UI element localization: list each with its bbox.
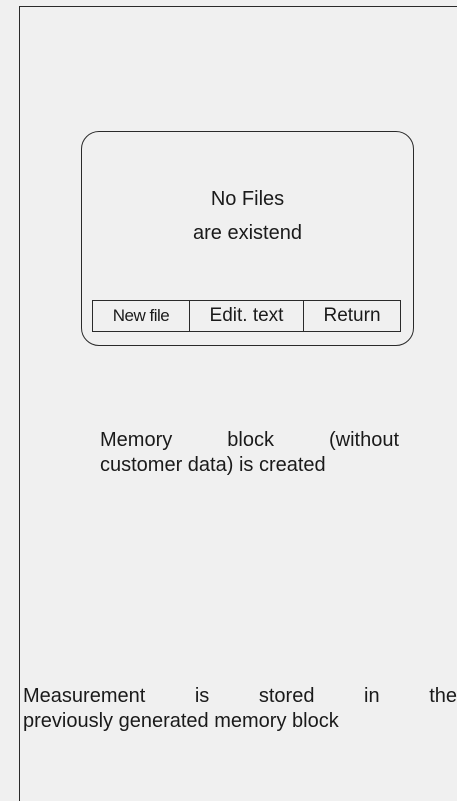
- memory-block-note: Memory block (without customer data) is …: [100, 428, 399, 478]
- page-frame: [19, 6, 457, 801]
- return-button[interactable]: Return: [303, 301, 400, 331]
- memory-block-note-line1: Memory block (without: [100, 429, 399, 451]
- measurement-note-line1: Measurement is stored in the: [23, 685, 457, 707]
- edit-text-button[interactable]: Edit. text: [189, 301, 303, 331]
- no-files-message: No Files: [210, 188, 285, 210]
- softkey-bar: New file Edit. text Return: [92, 300, 401, 332]
- new-file-button[interactable]: New file: [93, 301, 189, 331]
- measurement-note: Measurement is stored in the previously …: [23, 684, 457, 734]
- device-screen: No Files are existend New file Edit. tex…: [81, 131, 414, 346]
- memory-block-note-line2: customer data) is created: [100, 454, 326, 476]
- measurement-note-line2: previously generated memory block: [23, 710, 339, 732]
- no-files-message-continued: are existend: [193, 222, 302, 244]
